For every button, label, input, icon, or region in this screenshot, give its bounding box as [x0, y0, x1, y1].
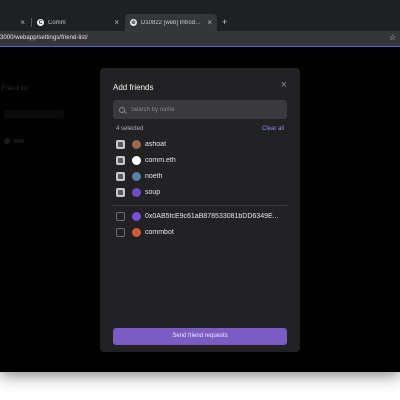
close-icon[interactable]: ×	[207, 18, 212, 27]
user-row-commbot[interactable]: commbot	[116, 226, 174, 238]
url-text[interactable]: 3000/webapp/settings/friend-list/	[0, 35, 88, 41]
page-heading: Friend list	[2, 86, 29, 92]
user-row-noeth[interactable]: noeth	[116, 170, 163, 182]
clear-all-button[interactable]: Clear all	[262, 126, 284, 132]
avatar	[132, 155, 141, 165]
tab-3-title: D10822 [web] Introduce	[141, 19, 204, 26]
user-name: ashoat	[145, 140, 167, 148]
close-icon[interactable]: ×	[114, 18, 119, 27]
list-divider	[113, 205, 287, 206]
user-name: commbot	[145, 228, 174, 236]
tab-1[interactable]: ×	[0, 14, 30, 31]
user-name: noeth	[145, 172, 163, 180]
send-friend-requests-button[interactable]: Send friend requests	[113, 328, 287, 345]
tab-2-title: Comm	[48, 19, 66, 26]
checkbox-checked[interactable]	[116, 155, 125, 165]
new-tab-icon[interactable]: +	[222, 17, 227, 27]
checkbox-checked[interactable]	[116, 171, 125, 181]
checkbox-unchecked[interactable]	[116, 227, 125, 237]
browser-window: × C Comm × ⚙ D10822 [web] Introduce × + …	[0, 0, 400, 372]
avatar	[132, 187, 141, 197]
avatar	[132, 171, 141, 181]
background-avatar	[4, 138, 10, 144]
comm-favicon-icon: C	[37, 19, 44, 26]
tab-2[interactable]: C Comm ×	[32, 14, 124, 31]
avatar	[132, 139, 141, 149]
close-icon[interactable]: ×	[281, 80, 287, 91]
selected-count: 4 selected	[116, 126, 144, 132]
user-row-ashoat[interactable]: ashoat	[116, 138, 166, 150]
close-icon[interactable]: ×	[20, 18, 25, 27]
user-row-wallet-address[interactable]: 0x0AB5fcE9c61aB878533081bDD6349E...	[116, 210, 279, 222]
add-friends-modal: Add friends × 4 selected Clear all ashoa…	[100, 68, 300, 352]
avatar	[132, 211, 141, 221]
user-row-soup[interactable]: soup	[116, 186, 160, 198]
checkbox-unchecked[interactable]	[116, 211, 125, 221]
modal-title: Add friends	[113, 83, 154, 92]
avatar	[132, 227, 141, 237]
search-icon	[119, 106, 125, 113]
phabricator-favicon-icon: ⚙	[130, 19, 137, 26]
tab-strip: × C Comm × ⚙ D10822 [web] Introduce × +	[0, 0, 400, 31]
search-input[interactable]	[131, 106, 281, 113]
background-list-item	[14, 139, 24, 143]
user-name: comm.eth	[145, 156, 176, 164]
user-row-comm-eth[interactable]: comm.eth	[116, 154, 176, 166]
tab-3-active[interactable]: ⚙ D10822 [web] Introduce ×	[125, 14, 217, 31]
checkbox-checked[interactable]	[116, 139, 125, 149]
address-bar[interactable]: 3000/webapp/settings/friend-list/ ☆	[0, 31, 400, 47]
bookmark-star-icon[interactable]: ☆	[389, 33, 396, 42]
user-name: 0x0AB5fcE9c61aB878533081bDD6349E...	[145, 212, 279, 220]
search-field[interactable]	[113, 100, 287, 119]
checkbox-checked[interactable]	[116, 187, 125, 197]
background-search-bar	[4, 110, 64, 118]
user-name: soup	[145, 188, 161, 196]
